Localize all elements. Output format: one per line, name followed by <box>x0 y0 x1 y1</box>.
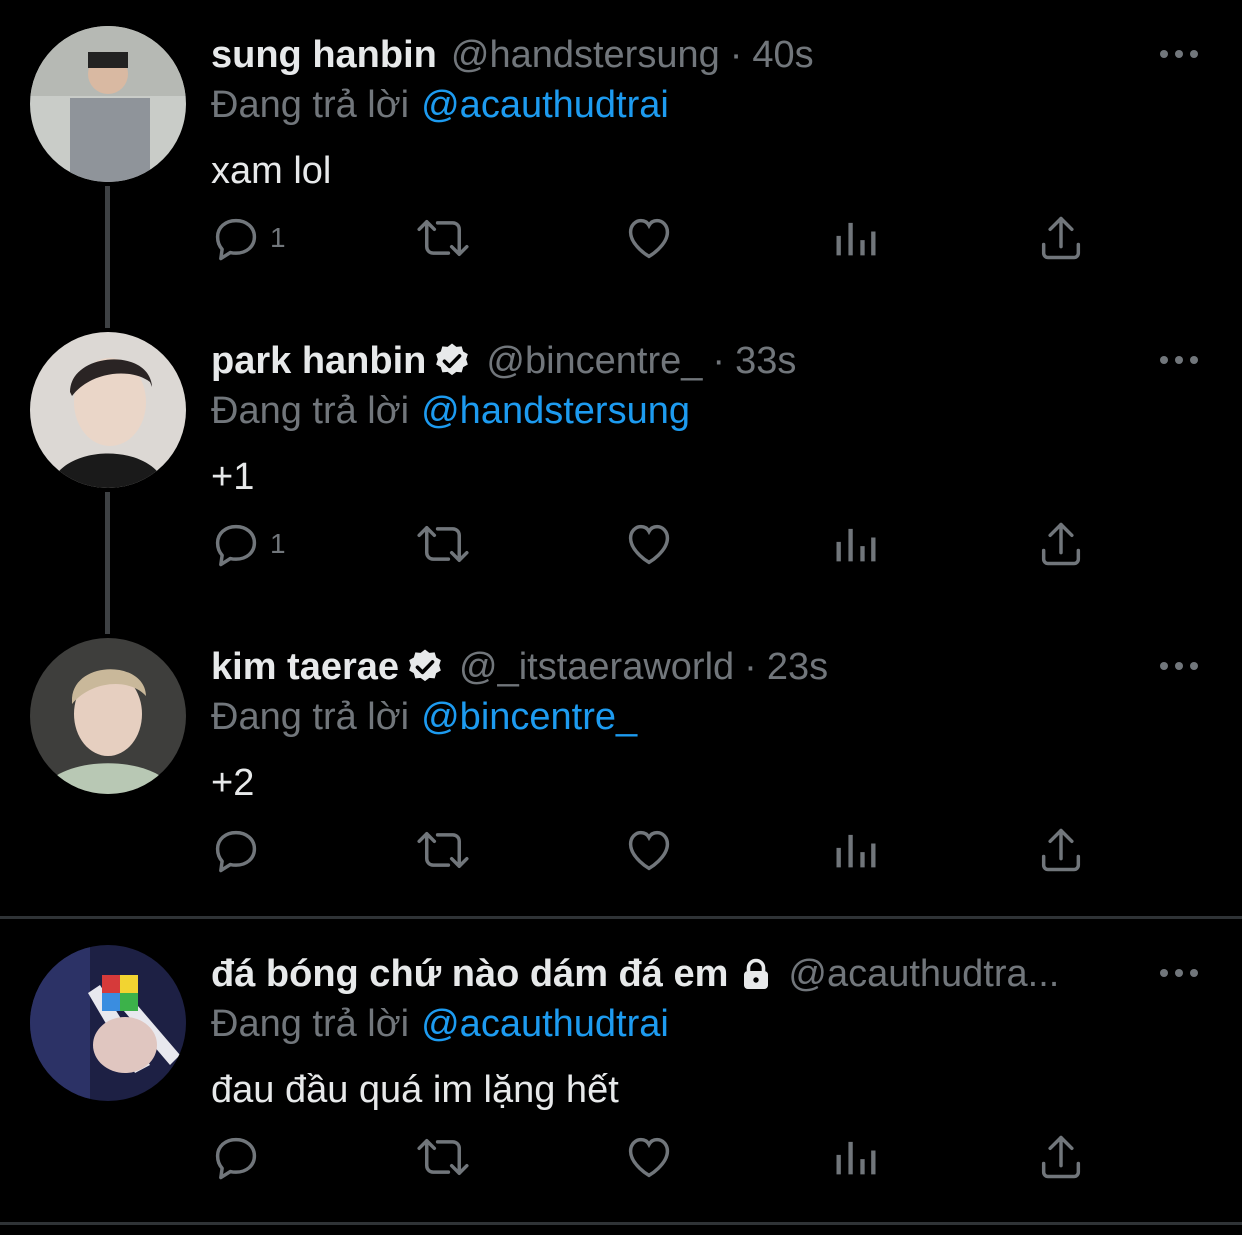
replying-label: Đang trả lời <box>211 1003 410 1045</box>
like-button[interactable] <box>623 518 675 570</box>
views-button[interactable] <box>830 1131 882 1183</box>
tweet-3[interactable]: đá bóng chứ nào dám đá em @acauthudtra..… <box>0 919 1242 1225</box>
like-button[interactable] <box>623 824 675 876</box>
tweet-header: kim taerae @_itstaeraworld · 23s <box>211 642 828 692</box>
tweet-0[interactable]: sung hanbin @handstersung · 40s Đang trả… <box>0 0 1242 306</box>
retweet-button[interactable] <box>417 212 469 264</box>
action-bar: 1 <box>0 514 1242 574</box>
handle[interactable]: @acauthudtra... <box>788 953 1059 996</box>
handle[interactable]: @_itstaeraworld <box>459 646 734 689</box>
tweet-header: sung hanbin @handstersung · 40s <box>211 30 814 80</box>
reply-count: 1 <box>270 528 286 559</box>
more-icon[interactable] <box>1158 350 1200 370</box>
retweet-button[interactable] <box>417 518 469 570</box>
handle[interactable]: @bincentre_ <box>486 340 702 383</box>
lock-icon <box>744 958 769 989</box>
like-button[interactable] <box>623 212 675 264</box>
replying-to: Đang trả lời @acauthudtrai <box>211 84 669 127</box>
display-name[interactable]: park hanbin <box>211 340 426 383</box>
retweet-icon <box>417 1139 469 1175</box>
retweet-button[interactable] <box>417 1131 469 1183</box>
tweet-header: park hanbin @bincentre_ · 33s <box>211 336 796 386</box>
views-button[interactable] <box>830 212 882 264</box>
share-button[interactable] <box>1035 824 1087 876</box>
retweet-icon <box>417 832 469 868</box>
replying-label: Đang trả lời <box>211 84 410 126</box>
more-icon[interactable] <box>1158 44 1200 64</box>
replying-to: Đang trả lời @handstersung <box>211 390 690 433</box>
timestamp[interactable]: 23s <box>767 646 828 689</box>
like-icon <box>628 218 670 259</box>
replying-to: Đang trả lời @bincentre_ <box>211 696 637 739</box>
avatar[interactable] <box>30 26 186 182</box>
tweet-text: +1 <box>211 456 255 498</box>
action-bar <box>0 820 1242 880</box>
separator-dot: · <box>712 339 726 382</box>
timestamp[interactable]: 40s <box>752 34 813 77</box>
reply-icon <box>215 524 257 567</box>
tweet-text: đau đầu quá im lặng hết <box>211 1069 619 1111</box>
views-button[interactable] <box>830 518 882 570</box>
replying-mention[interactable]: @acauthudtrai <box>421 1003 669 1045</box>
replying-label: Đang trả lời <box>211 390 410 432</box>
retweet-icon <box>417 526 469 562</box>
share-icon <box>1041 216 1081 260</box>
reply-icon <box>215 830 257 873</box>
like-icon <box>628 1137 670 1178</box>
reply-count: 1 <box>270 222 286 253</box>
replying-to: Đang trả lời @acauthudtrai <box>211 1003 669 1046</box>
tweet-text: xam lol <box>211 150 332 192</box>
like-button[interactable] <box>623 1131 675 1183</box>
reply-icon <box>215 218 257 261</box>
like-icon <box>628 830 670 871</box>
reply-icon <box>215 1137 257 1180</box>
share-icon <box>1041 828 1081 872</box>
reply-button[interactable] <box>210 824 270 876</box>
share-button[interactable] <box>1035 1131 1087 1183</box>
share-icon <box>1041 1135 1081 1179</box>
replying-mention[interactable]: @bincentre_ <box>421 696 637 738</box>
tweet-1[interactable]: park hanbin @bincentre_ · 33s Đang trả l… <box>0 306 1242 612</box>
retweet-icon <box>417 220 469 256</box>
share-icon <box>1041 522 1081 566</box>
display-name[interactable]: sung hanbin <box>211 34 437 77</box>
avatar[interactable] <box>30 332 186 488</box>
share-button[interactable] <box>1035 212 1087 264</box>
reply-button[interactable]: 1 <box>210 518 286 570</box>
replying-mention[interactable]: @handstersung <box>421 390 690 432</box>
avatar[interactable] <box>30 638 186 794</box>
replying-mention[interactable]: @acauthudtrai <box>421 84 669 126</box>
verified-badge-icon <box>409 649 441 682</box>
tweet-separator <box>0 1222 1242 1225</box>
views-icon <box>836 1141 876 1175</box>
reply-button[interactable] <box>210 1131 270 1183</box>
reply-button[interactable]: 1 <box>210 212 286 264</box>
replying-label: Đang trả lời <box>211 696 410 738</box>
action-bar: 1 <box>0 208 1242 268</box>
views-icon <box>836 834 876 868</box>
more-icon[interactable] <box>1158 656 1200 676</box>
display-name[interactable]: đá bóng chứ nào dám đá em <box>211 953 728 996</box>
tweet-text: +2 <box>211 762 255 804</box>
tweet-2[interactable]: kim taerae @_itstaeraworld · 23s Đang tr… <box>0 612 1242 916</box>
views-icon <box>836 222 876 256</box>
more-icon[interactable] <box>1158 963 1200 983</box>
views-icon <box>836 528 876 562</box>
separator-dot: · <box>744 645 757 688</box>
display-name[interactable]: kim taerae <box>211 646 399 689</box>
avatar[interactable] <box>30 945 186 1101</box>
share-button[interactable] <box>1035 518 1087 570</box>
handle[interactable]: @handstersung <box>451 34 720 77</box>
action-bar <box>0 1127 1242 1187</box>
retweet-button[interactable] <box>417 824 469 876</box>
views-button[interactable] <box>830 824 882 876</box>
separator-dot: · <box>729 33 743 76</box>
tweet-header: đá bóng chứ nào dám đá em @acauthudtra..… <box>211 949 1059 999</box>
timestamp[interactable]: 33s <box>735 340 796 383</box>
like-icon <box>628 524 670 565</box>
verified-badge-icon <box>436 343 469 376</box>
